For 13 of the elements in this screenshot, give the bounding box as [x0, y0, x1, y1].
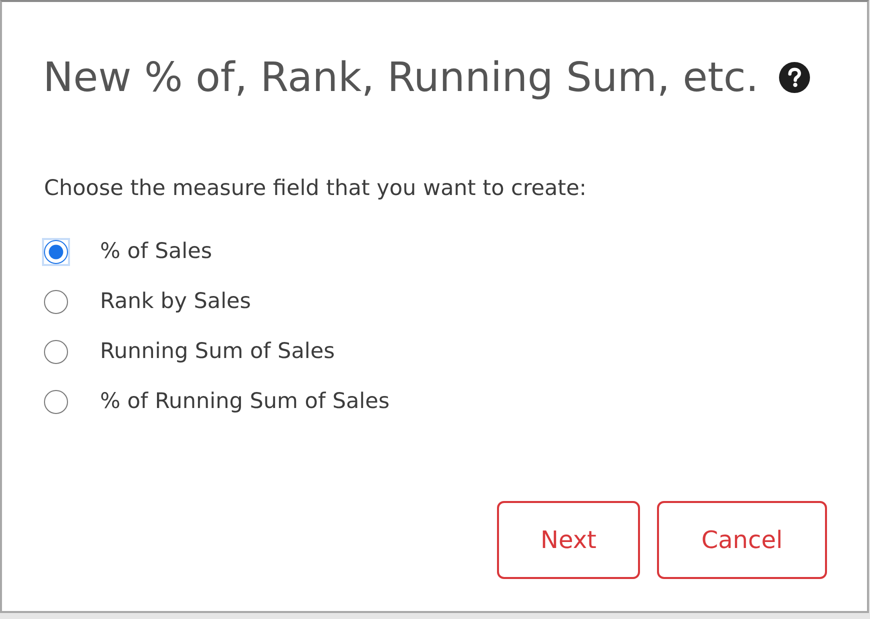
help-icon[interactable] — [778, 62, 810, 92]
cancel-button[interactable]: Cancel — [657, 501, 827, 579]
option-label[interactable]: % of Sales — [100, 237, 212, 267]
radio-button[interactable] — [44, 290, 68, 314]
option-label[interactable]: Rank by Sales — [100, 287, 251, 317]
next-button[interactable]: Next — [497, 501, 640, 579]
radio-button[interactable] — [44, 390, 68, 414]
dialog-title: New % of, Rank, Running Sum, etc. — [43, 53, 759, 101]
radio-button[interactable] — [44, 240, 68, 264]
instruction-text: Choose the measure field that you want to create: — [44, 175, 588, 203]
option-label[interactable]: % of Running Sum of Sales — [100, 387, 390, 417]
radio-button[interactable] — [44, 340, 68, 364]
option-label[interactable]: Running Sum of Sales — [100, 337, 335, 367]
